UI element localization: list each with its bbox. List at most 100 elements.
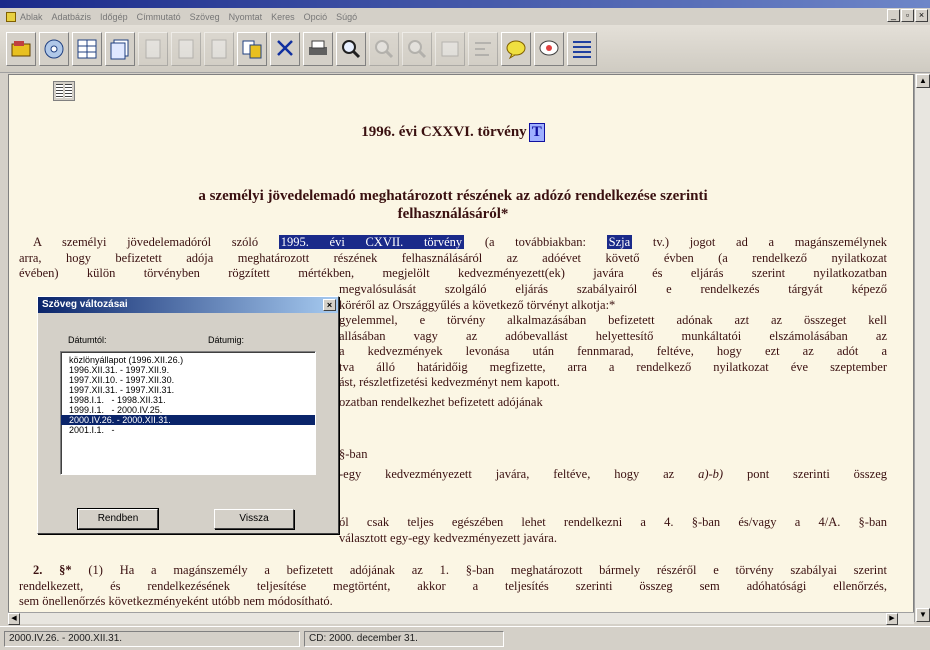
- section-ref-paragraph: §-ban: [339, 447, 887, 463]
- document-icon: [178, 39, 194, 58]
- section-1-2-paragraph: ozatban rendelkezhet befizetett adójának: [339, 395, 887, 411]
- doc-button-1[interactable]: [138, 31, 168, 66]
- highlighted-law-reference[interactable]: 1995. évi CXVII. törvény: [278, 235, 465, 249]
- paragraph-line: sem önellenőrzés következményeként utóbb…: [19, 594, 333, 608]
- search-icon: [375, 39, 394, 58]
- printer-icon: [309, 40, 327, 55]
- paragraph-line: a kedvezmények levonása után fennmarad, …: [339, 344, 887, 358]
- paragraph-italic-ref: a)-b): [698, 467, 724, 481]
- list-icon: [573, 40, 591, 58]
- horizontal-scrollbar[interactable]: ◀ ▶: [8, 612, 914, 625]
- preamble-continuation: megvalósulását szolgáló eljárás szabálya…: [339, 282, 887, 313]
- section-full-amount-paragraph: ól csak teljes egészében lehet rendelkez…: [339, 515, 887, 546]
- doc-button-2[interactable]: [171, 31, 201, 66]
- paragraph-line: ól csak teljes egészében lehet rendelkez…: [339, 515, 887, 529]
- preamble-paragraph: A személyi jövedelemadóról szóló 1995. é…: [19, 235, 887, 282]
- menu-cimmutato[interactable]: Címmutató: [137, 12, 181, 22]
- version-list[interactable]: közlönyállapot (1996.XII.26.) 1996.XII.3…: [60, 351, 316, 475]
- highlighted-abbreviation[interactable]: Szja: [606, 235, 633, 249]
- scroll-up-icon[interactable]: ▲: [916, 74, 930, 88]
- grid-icon: [77, 39, 97, 58]
- menu-szoveg[interactable]: Szöveg: [190, 12, 220, 22]
- print-button[interactable]: [303, 31, 333, 66]
- list-button[interactable]: [567, 31, 597, 66]
- document-pages-icon[interactable]: [53, 81, 75, 101]
- paragraph-line: ást, részletfizetési kedvezményt nem kap…: [339, 375, 560, 389]
- dialog-title-bar[interactable]: Szöveg változásai ×: [38, 297, 338, 313]
- preamble-line: arra, hogy befizetett adója meghatározot…: [19, 250, 887, 265]
- tool-button-1[interactable]: [435, 31, 465, 66]
- preamble-line: köréről az Országgyűlés a következő törv…: [339, 297, 616, 312]
- menu-idogep[interactable]: Időgép: [100, 12, 128, 22]
- search-next-button[interactable]: [369, 31, 399, 66]
- version-item[interactable]: 1997.XII.31. - 1997.XII.31.: [61, 385, 315, 395]
- version-item-selected[interactable]: 2000.IV.26. - 2000.XII.31.: [61, 415, 315, 425]
- status-date-range: 2000.IV.26. - 2000.XII.31.: [4, 630, 300, 647]
- cd-button[interactable]: [39, 31, 69, 66]
- grid-view-button[interactable]: [72, 31, 102, 66]
- version-item[interactable]: 2001.I.1. -: [61, 425, 315, 435]
- search-button[interactable]: [336, 31, 366, 66]
- window-title-bar: [0, 0, 930, 8]
- menu-ablak[interactable]: Ablak: [20, 12, 43, 22]
- scroll-left-icon[interactable]: ◀: [8, 613, 20, 625]
- doc-button-3[interactable]: [204, 31, 234, 66]
- preamble-text: (a továbbiakban:: [484, 235, 586, 249]
- app-icon[interactable]: [6, 11, 16, 22]
- pages-icon: [110, 39, 129, 59]
- close-icon[interactable]: ×: [915, 9, 928, 22]
- document-icon: [145, 39, 161, 58]
- tool-button-2[interactable]: [468, 31, 498, 66]
- paragraph-line: választott egy-egy kedvezményezett javár…: [339, 530, 557, 545]
- label-to: Dátumig:: [208, 335, 245, 345]
- paragraph-line: ozatban rendelkezhet befizetett adójának: [339, 395, 543, 409]
- ok-button[interactable]: Rendben: [77, 508, 159, 530]
- preamble-text: tv.) jogot ad a magánszemélynek: [652, 235, 888, 249]
- law-title: 1996. évi CXXVI. törvény T: [9, 123, 897, 142]
- version-item[interactable]: 1998.I.1. - 1998.XII.31.: [61, 395, 315, 405]
- search-prev-button[interactable]: [402, 31, 432, 66]
- paragraph-line: rendelkezett, és rendelkezésének teljesí…: [19, 578, 887, 593]
- preamble-line: évében) külön törvényben rögzített mérté…: [19, 266, 887, 280]
- law-title-text: 1996. évi CXXVI. törvény: [361, 124, 527, 140]
- version-item[interactable]: 1997.XII.10. - 1997.XII.30.: [61, 375, 315, 385]
- subtitle-line-1: a személyi jövedelemadó meghatározott ré…: [198, 188, 708, 204]
- cut-button[interactable]: [270, 31, 300, 66]
- database-icon: [11, 40, 31, 56]
- status-cd-date: CD: 2000. december 31.: [304, 630, 504, 647]
- scissors-icon: [277, 39, 293, 56]
- minimize-icon[interactable]: _: [887, 9, 900, 22]
- menu-bar: Ablak Adatbázis Időgép Címmutató Szöveg …: [0, 8, 930, 25]
- vertical-scrollbar[interactable]: ▲ ▼: [914, 74, 930, 622]
- info-button[interactable]: [534, 31, 564, 66]
- law-subtitle: a személyi jövedelemadó meghatározott ré…: [89, 187, 817, 223]
- search-icon: [342, 39, 361, 58]
- dialog-title: Szöveg változásai: [42, 299, 128, 310]
- status-bar: 2000.IV.26. - 2000.XII.31. CD: 2000. dec…: [0, 626, 930, 650]
- menu-sugo[interactable]: Súgó: [336, 12, 357, 22]
- back-button[interactable]: Vissza: [214, 509, 294, 529]
- version-item[interactable]: 1999.I.1. - 2000.IV.25.: [61, 405, 315, 415]
- paragraph-text: pont szerinti összeg: [746, 467, 888, 481]
- restore-icon[interactable]: ▫: [901, 9, 914, 22]
- toolbar: [0, 25, 930, 73]
- version-item[interactable]: 1996.XII.31. - 1997.XII.9.: [61, 365, 315, 375]
- pages-button[interactable]: [105, 31, 135, 66]
- menu-opcio[interactable]: Opció: [304, 12, 328, 22]
- copy-icon: [242, 40, 262, 58]
- paragraph-line: gyelemmel, e törvény alkalmazásában befi…: [339, 313, 887, 327]
- copy-button[interactable]: [237, 31, 267, 66]
- section-2-paragraph: 2. §* (1) Ha a magánszemély a befizetett…: [19, 563, 887, 610]
- database-button[interactable]: [6, 31, 36, 66]
- help-button[interactable]: [501, 31, 531, 66]
- speech-icon: [539, 40, 559, 55]
- scroll-right-icon[interactable]: ▶: [886, 613, 898, 625]
- menu-adatbazis[interactable]: Adatbázis: [52, 12, 92, 22]
- section-1-paragraph: gyelemmel, e törvény alkalmazásában befi…: [339, 313, 887, 391]
- version-item[interactable]: közlönyállapot (1996.XII.26.): [61, 355, 315, 365]
- title-marker[interactable]: T: [528, 123, 545, 142]
- menu-nyomtat[interactable]: Nyomtat: [229, 12, 263, 22]
- dialog-close-icon[interactable]: ×: [323, 299, 336, 311]
- menu-keres[interactable]: Keres: [271, 12, 295, 22]
- scroll-down-icon[interactable]: ▼: [916, 608, 930, 622]
